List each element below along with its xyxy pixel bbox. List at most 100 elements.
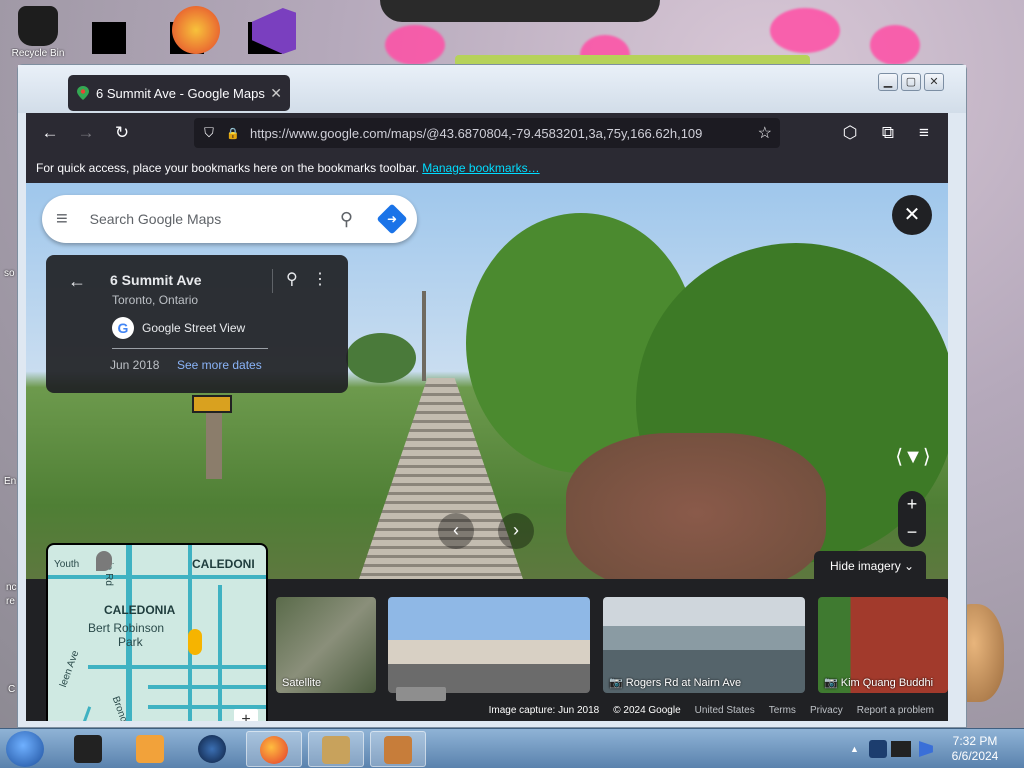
app-icon[interactable] bbox=[172, 6, 220, 54]
bookmark-star-icon[interactable]: ☆ bbox=[758, 123, 772, 143]
map-road bbox=[218, 585, 222, 721]
url-bar[interactable]: ⛉ 🔒 https://www.google.com/maps/@43.6870… bbox=[194, 118, 780, 148]
clock-date: 6/6/2024 bbox=[951, 749, 999, 763]
directions-arrow: ➜ bbox=[386, 212, 398, 226]
taskbar-app-globe[interactable] bbox=[184, 731, 240, 767]
pocket-icon[interactable]: ⬡ bbox=[838, 121, 862, 145]
app-menu-icon[interactable]: ≡ bbox=[912, 121, 936, 145]
terms-link[interactable]: Terms bbox=[769, 705, 796, 716]
system-clock[interactable]: 7:32 PM 6/6/2024 bbox=[940, 734, 1010, 764]
hamster-box-icon bbox=[322, 736, 350, 764]
utility-pole bbox=[422, 291, 426, 381]
google-logo-icon: G bbox=[112, 317, 134, 339]
zoom-control: + − bbox=[898, 491, 926, 547]
hide-imagery-button[interactable]: Hide imagery ⌄ bbox=[814, 551, 926, 581]
thumbnail-street[interactable] bbox=[388, 597, 590, 693]
browser-toolbar: ← → ↻ ⛉ 🔒 https://www.google.com/maps/@4… bbox=[26, 113, 948, 183]
back-arrow-icon[interactable]: ← bbox=[68, 271, 86, 292]
reload-icon[interactable]: ↻ bbox=[110, 121, 134, 145]
taskbar-app-box[interactable] bbox=[308, 731, 364, 767]
forward-icon[interactable]: → bbox=[74, 121, 98, 145]
desktop-icon-label: Recycle Bin bbox=[11, 48, 65, 59]
map-label: CALEDONIA bbox=[104, 603, 176, 617]
bookmarks-toolbar: For quick access, place your bookmarks h… bbox=[26, 153, 948, 183]
move-left-arrow[interactable]: ‹ bbox=[438, 513, 474, 549]
side-label: En bbox=[4, 476, 17, 487]
show-hidden-icons-arrow[interactable]: ▲ bbox=[850, 744, 859, 754]
taskbar-app-firefox[interactable] bbox=[246, 731, 302, 767]
street-view-page[interactable]: ≡ Search Google Maps ⚲ ➜ ← 6 Summit Ave … bbox=[26, 183, 948, 721]
globe-icon bbox=[198, 735, 226, 763]
extensions-icon[interactable]: ⧉ bbox=[876, 121, 900, 145]
media-player-icon bbox=[136, 735, 164, 763]
thumbnail-caption: 📷 Rogers Rd at Nairn Ave bbox=[609, 677, 742, 689]
navigation-bar: ← → ↻ ⛉ 🔒 https://www.google.com/maps/@4… bbox=[26, 113, 948, 153]
street-view-provider: Google Street View bbox=[142, 321, 246, 335]
filmstrip-scrollbar[interactable] bbox=[396, 687, 446, 701]
map-label: Bronoco Ave bbox=[110, 695, 140, 721]
search-input[interactable]: Search Google Maps bbox=[90, 211, 340, 227]
more-options-icon[interactable]: ⋮ bbox=[312, 269, 328, 289]
copyright: © 2024 Google bbox=[613, 704, 681, 716]
taskbar-app-hamster[interactable] bbox=[370, 731, 426, 767]
search-icon[interactable]: ⚲ bbox=[340, 209, 353, 230]
shrubs bbox=[566, 433, 826, 593]
map-road bbox=[67, 706, 92, 721]
taskbar-app-terminal[interactable] bbox=[60, 731, 116, 767]
thumbnail-satellite[interactable]: Satellite bbox=[276, 597, 376, 693]
zoom-out-button[interactable]: − bbox=[898, 519, 926, 547]
minimize-button[interactable]: ▁ bbox=[878, 73, 898, 91]
mini-map[interactable]: Youth CALEDONI CALEDONIA Bert Robinson P… bbox=[46, 543, 268, 721]
maximize-button[interactable]: ▢ bbox=[901, 73, 921, 91]
pegman-icon[interactable] bbox=[188, 629, 202, 655]
thumbnail-kim-quang[interactable]: 📷 Kim Quang Buddhi bbox=[818, 597, 948, 693]
location-pin-icon[interactable]: ⚲ bbox=[286, 269, 298, 289]
top-dark-shape bbox=[380, 0, 660, 22]
thumbnail-caption: 📷 Kim Quang Buddhi bbox=[824, 677, 934, 689]
image-capture-date: Image capture: Jun 2018 bbox=[488, 704, 600, 716]
shield-tray-icon[interactable] bbox=[868, 740, 887, 758]
tree-foliage bbox=[346, 333, 416, 383]
directions-icon[interactable]: ➜ bbox=[376, 203, 408, 235]
url-text[interactable]: https://www.google.com/maps/@43.6870804,… bbox=[250, 126, 750, 141]
close-window-button[interactable]: ✕ bbox=[924, 73, 944, 91]
map-label: Youth bbox=[54, 559, 80, 570]
clock-time: 7:32 PM bbox=[952, 734, 998, 748]
move-right-arrow[interactable]: › bbox=[498, 513, 534, 549]
capture-date: Jun 2018 bbox=[110, 358, 160, 372]
tab-title: 6 Summit Ave - Google Maps bbox=[96, 85, 265, 101]
region-link[interactable]: United States bbox=[695, 705, 755, 716]
manage-bookmarks-link[interactable]: Manage bookmarks… bbox=[422, 161, 539, 175]
desktop-icon-recycle-bin[interactable]: Recycle Bin bbox=[8, 4, 68, 59]
taskbar-app-media[interactable] bbox=[122, 731, 178, 767]
hamster-app-icon bbox=[384, 736, 412, 764]
maps-search-box[interactable]: ≡ Search Google Maps ⚲ ➜ bbox=[42, 195, 417, 243]
redacted-icon[interactable] bbox=[92, 22, 126, 54]
side-label: re bbox=[6, 596, 15, 607]
tracking-shield-icon[interactable]: ⛉ bbox=[202, 125, 216, 141]
divider bbox=[112, 348, 268, 349]
close-street-view-icon[interactable]: ✕ bbox=[892, 195, 932, 235]
see-more-dates-link[interactable]: See more dates bbox=[177, 358, 262, 372]
monitor-tray-icon[interactable] bbox=[890, 741, 911, 757]
network-tray-icon[interactable] bbox=[918, 741, 933, 757]
lock-icon[interactable]: 🔒 bbox=[226, 127, 240, 140]
compass-icon[interactable]: ⟨▼⟩ bbox=[892, 437, 934, 479]
tab-google-maps[interactable]: 6 Summit Ave - Google Maps ✕ bbox=[68, 75, 290, 111]
heart-decoration bbox=[770, 8, 840, 53]
yellow-sign bbox=[192, 395, 232, 413]
privacy-link[interactable]: Privacy bbox=[810, 705, 843, 716]
google-maps-icon bbox=[77, 86, 89, 100]
report-problem-link[interactable]: Report a problem bbox=[857, 705, 934, 716]
map-road bbox=[148, 685, 266, 689]
thumbnail-rogers-rd[interactable]: 📷 Rogers Rd at Nairn Ave bbox=[603, 597, 805, 693]
map-label: leen Ave bbox=[58, 649, 82, 689]
heart-decoration bbox=[385, 25, 445, 65]
start-button[interactable] bbox=[6, 731, 44, 767]
map-label: Park bbox=[118, 635, 143, 649]
tab-close-icon[interactable]: ✕ bbox=[270, 85, 282, 102]
minimap-zoom-in-button[interactable]: + bbox=[234, 709, 258, 721]
zoom-in-button[interactable]: + bbox=[898, 491, 926, 519]
back-icon[interactable]: ← bbox=[38, 121, 62, 145]
hamburger-menu-icon[interactable]: ≡ bbox=[56, 208, 68, 231]
